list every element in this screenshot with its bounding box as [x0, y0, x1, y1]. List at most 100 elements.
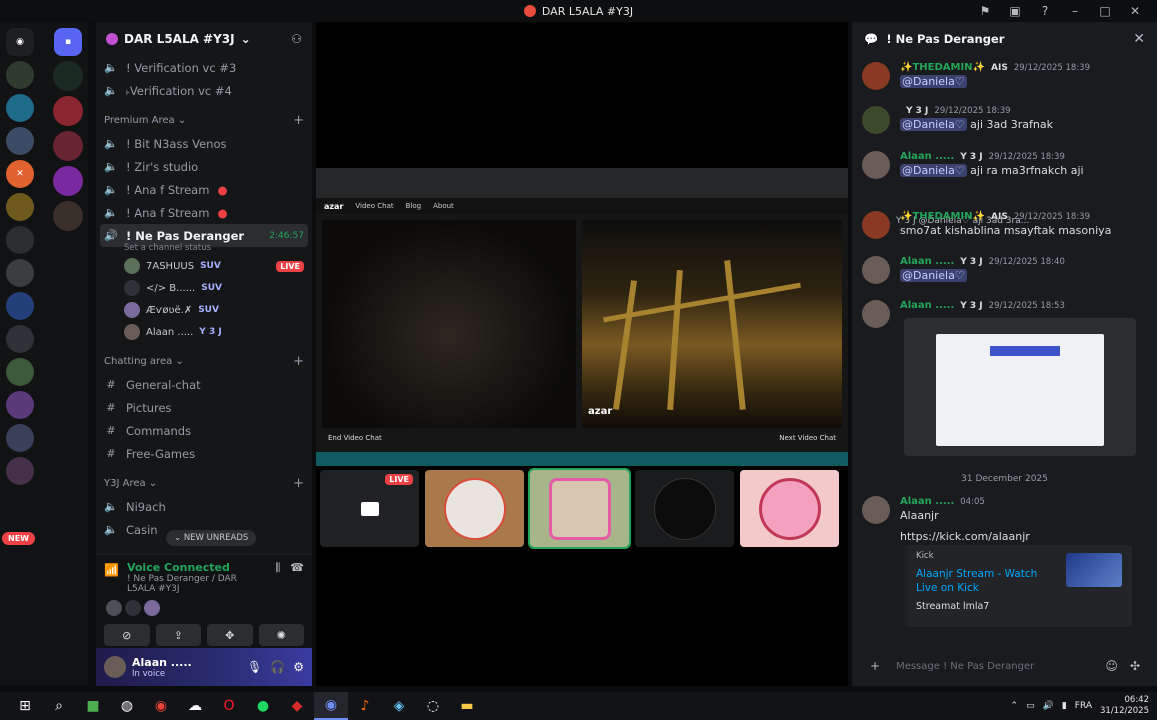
server-icon[interactable] [6, 61, 34, 89]
signal-icon[interactable]: 📶 [104, 563, 119, 577]
voice-channel[interactable]: 🔈 ˫Verification vc #4 [96, 79, 312, 102]
text-channel[interactable]: # Commands [96, 419, 312, 442]
clock[interactable]: 06:42 31/12/2025 [1100, 695, 1149, 717]
app-icon[interactable]: ☁ [178, 692, 212, 720]
headphones-icon[interactable]: 🎧 [270, 660, 285, 674]
add-channel-icon[interactable]: + [293, 113, 304, 128]
soundboard-button[interactable]: ✺ [258, 624, 304, 646]
close-icon[interactable]: ✕ [1133, 31, 1145, 47]
server-icon[interactable]: ✕ [6, 160, 34, 188]
message[interactable]: Alaan ..... Y 3 J 29/12/2025 18:39 @Daniel… [862, 151, 1152, 179]
server-icon[interactable] [53, 166, 83, 196]
minimize-button[interactable]: – [1067, 4, 1083, 18]
voice-channel[interactable]: 🔈 ! Ana f Stream ● [96, 201, 312, 224]
voice-channel[interactable]: 🔈 ! Ana f Stream ● [96, 178, 312, 201]
embed-title-link[interactable]: Alaanjr Stream - Watch Live on Kick [916, 567, 1056, 595]
voice-user[interactable]: </> B...... SUV [96, 277, 312, 299]
category-premium[interactable]: Premium Area ⌄ + [96, 108, 312, 132]
participant-tile[interactable]: LIVE [320, 470, 419, 547]
message[interactable]: Alaan ..... 04:05 Alaanjr https://kick.co… [862, 496, 1152, 543]
voice-channel[interactable]: 🔈 ! Zir's studio [96, 155, 312, 178]
message-composer[interactable]: + Message ! Ne Pas Deranger ☺ ✣ [860, 652, 1150, 680]
server-icon[interactable] [53, 61, 83, 91]
server-icon[interactable] [6, 325, 34, 353]
avatar[interactable] [862, 300, 890, 328]
discord-home-icon[interactable]: ◉ [6, 28, 34, 56]
participant-tile[interactable] [528, 468, 631, 549]
server-icon[interactable] [53, 131, 83, 161]
screen-share-button[interactable]: ⇪ [155, 624, 201, 646]
participant-tile[interactable] [425, 470, 524, 547]
discord-taskbar-icon[interactable]: ◉ [314, 692, 348, 720]
image-attachment[interactable] [904, 318, 1136, 456]
server-icon[interactable] [6, 292, 34, 320]
server-icon[interactable] [6, 391, 34, 419]
server-icon[interactable] [6, 127, 34, 155]
guild-header[interactable]: DAR L5ALA #Y3J ⌄ ⚇ [96, 22, 312, 56]
server-icon[interactable] [53, 96, 83, 126]
app-icon[interactable]: ◆ [280, 692, 314, 720]
close-button[interactable]: ✕ [1127, 4, 1143, 18]
text-channel[interactable]: # General-chat [96, 373, 312, 396]
server-icon[interactable] [6, 424, 34, 452]
embed-thumbnail[interactable] [1066, 553, 1122, 587]
text-channel[interactable]: # Pictures [96, 396, 312, 419]
server-icon[interactable] [6, 457, 34, 485]
microphone-app-icon[interactable]: ♪ [348, 692, 382, 720]
folder-icon[interactable]: ▬ [450, 692, 484, 720]
camera-off-button[interactable]: ⊘ [104, 624, 150, 646]
microphone-icon[interactable]: 🎙 [247, 660, 262, 674]
avatar[interactable] [862, 496, 890, 524]
server-icon[interactable] [53, 201, 83, 231]
new-unreads-pill[interactable]: ⌄ NEW UNREADS [166, 530, 257, 546]
battery-icon[interactable]: ▮ [1062, 701, 1067, 711]
text-channel[interactable]: # Free-Games [96, 442, 312, 465]
add-channel-icon[interactable]: + [293, 476, 304, 491]
apps-icon[interactable]: ✣ [1130, 659, 1140, 673]
app-icon[interactable]: ◌ [416, 692, 450, 720]
language-indicator[interactable]: FRA [1075, 701, 1092, 711]
avatar[interactable] [862, 151, 890, 179]
search-icon[interactable]: ⌕ [42, 692, 76, 720]
settings-gear-icon[interactable]: ⚙ [293, 660, 304, 674]
server-icon[interactable] [6, 193, 34, 221]
folder-icon[interactable]: ▪ [54, 28, 82, 56]
stream-stage[interactable]: azar Video Chat Blog About azar End Vide… [316, 22, 848, 686]
screen-icon[interactable]: ▣ [1007, 4, 1023, 18]
channel-status-prompt[interactable]: Set a channel status [96, 243, 312, 255]
inbox-icon[interactable]: ⚑ [977, 4, 993, 18]
volume-icon[interactable]: 🔊 [1043, 701, 1054, 711]
spotify-icon[interactable]: ● [246, 692, 280, 720]
server-icon[interactable] [6, 226, 34, 254]
avatar[interactable] [862, 106, 890, 134]
network-icon[interactable]: ▭ [1026, 701, 1035, 711]
server-icon[interactable] [6, 259, 34, 287]
participant-tile[interactable] [635, 470, 734, 547]
app-icon[interactable]: ■ [76, 692, 110, 720]
opera-icon[interactable]: O [212, 692, 246, 720]
chevron-up-icon[interactable]: ⌃ [1011, 701, 1019, 711]
voice-channel[interactable]: 🔈 ! Verification vc #3 [96, 56, 312, 79]
add-channel-icon[interactable]: + [293, 354, 304, 369]
screen-share-view[interactable]: azar Video Chat Blog About azar End Vide… [316, 168, 848, 466]
plus-icon[interactable]: + [870, 659, 880, 673]
chrome-icon[interactable]: ◉ [144, 692, 178, 720]
category-y3j[interactable]: Y3J Area ⌄ + [96, 471, 312, 495]
avatar[interactable] [862, 62, 890, 90]
message[interactable]: Alaan ..... Y 3 J 29/12/2025 18:40 @Daniel… [862, 256, 1152, 284]
emoji-icon[interactable]: ☺ [1105, 659, 1118, 673]
new-badge[interactable]: NEW [2, 532, 35, 545]
category-chatting[interactable]: Chatting area ⌄ + [96, 349, 312, 373]
message[interactable]: ✨THEDAMIN✨ AIS 29/12/2025 18:39 smo7at kis… [862, 211, 1152, 239]
voice-user[interactable]: 7ASHUUS SUV LIVE [96, 255, 312, 277]
voice-channel[interactable]: 🔈 ! Bit N3ass Venos [96, 132, 312, 155]
activities-button[interactable]: ✥ [207, 624, 253, 646]
add-user-icon[interactable]: ⚇ [291, 32, 302, 46]
disconnect-icon[interactable]: ☎ [290, 561, 304, 575]
help-icon[interactable]: ? [1037, 4, 1053, 18]
maximize-button[interactable]: □ [1097, 4, 1113, 18]
voice-channel[interactable]: 🔈 Ni9ach [96, 495, 312, 518]
message-link[interactable]: https://kick.com/alaanjr [900, 530, 1030, 543]
steam-icon[interactable]: ◈ [382, 692, 416, 720]
avatar[interactable] [862, 256, 890, 284]
